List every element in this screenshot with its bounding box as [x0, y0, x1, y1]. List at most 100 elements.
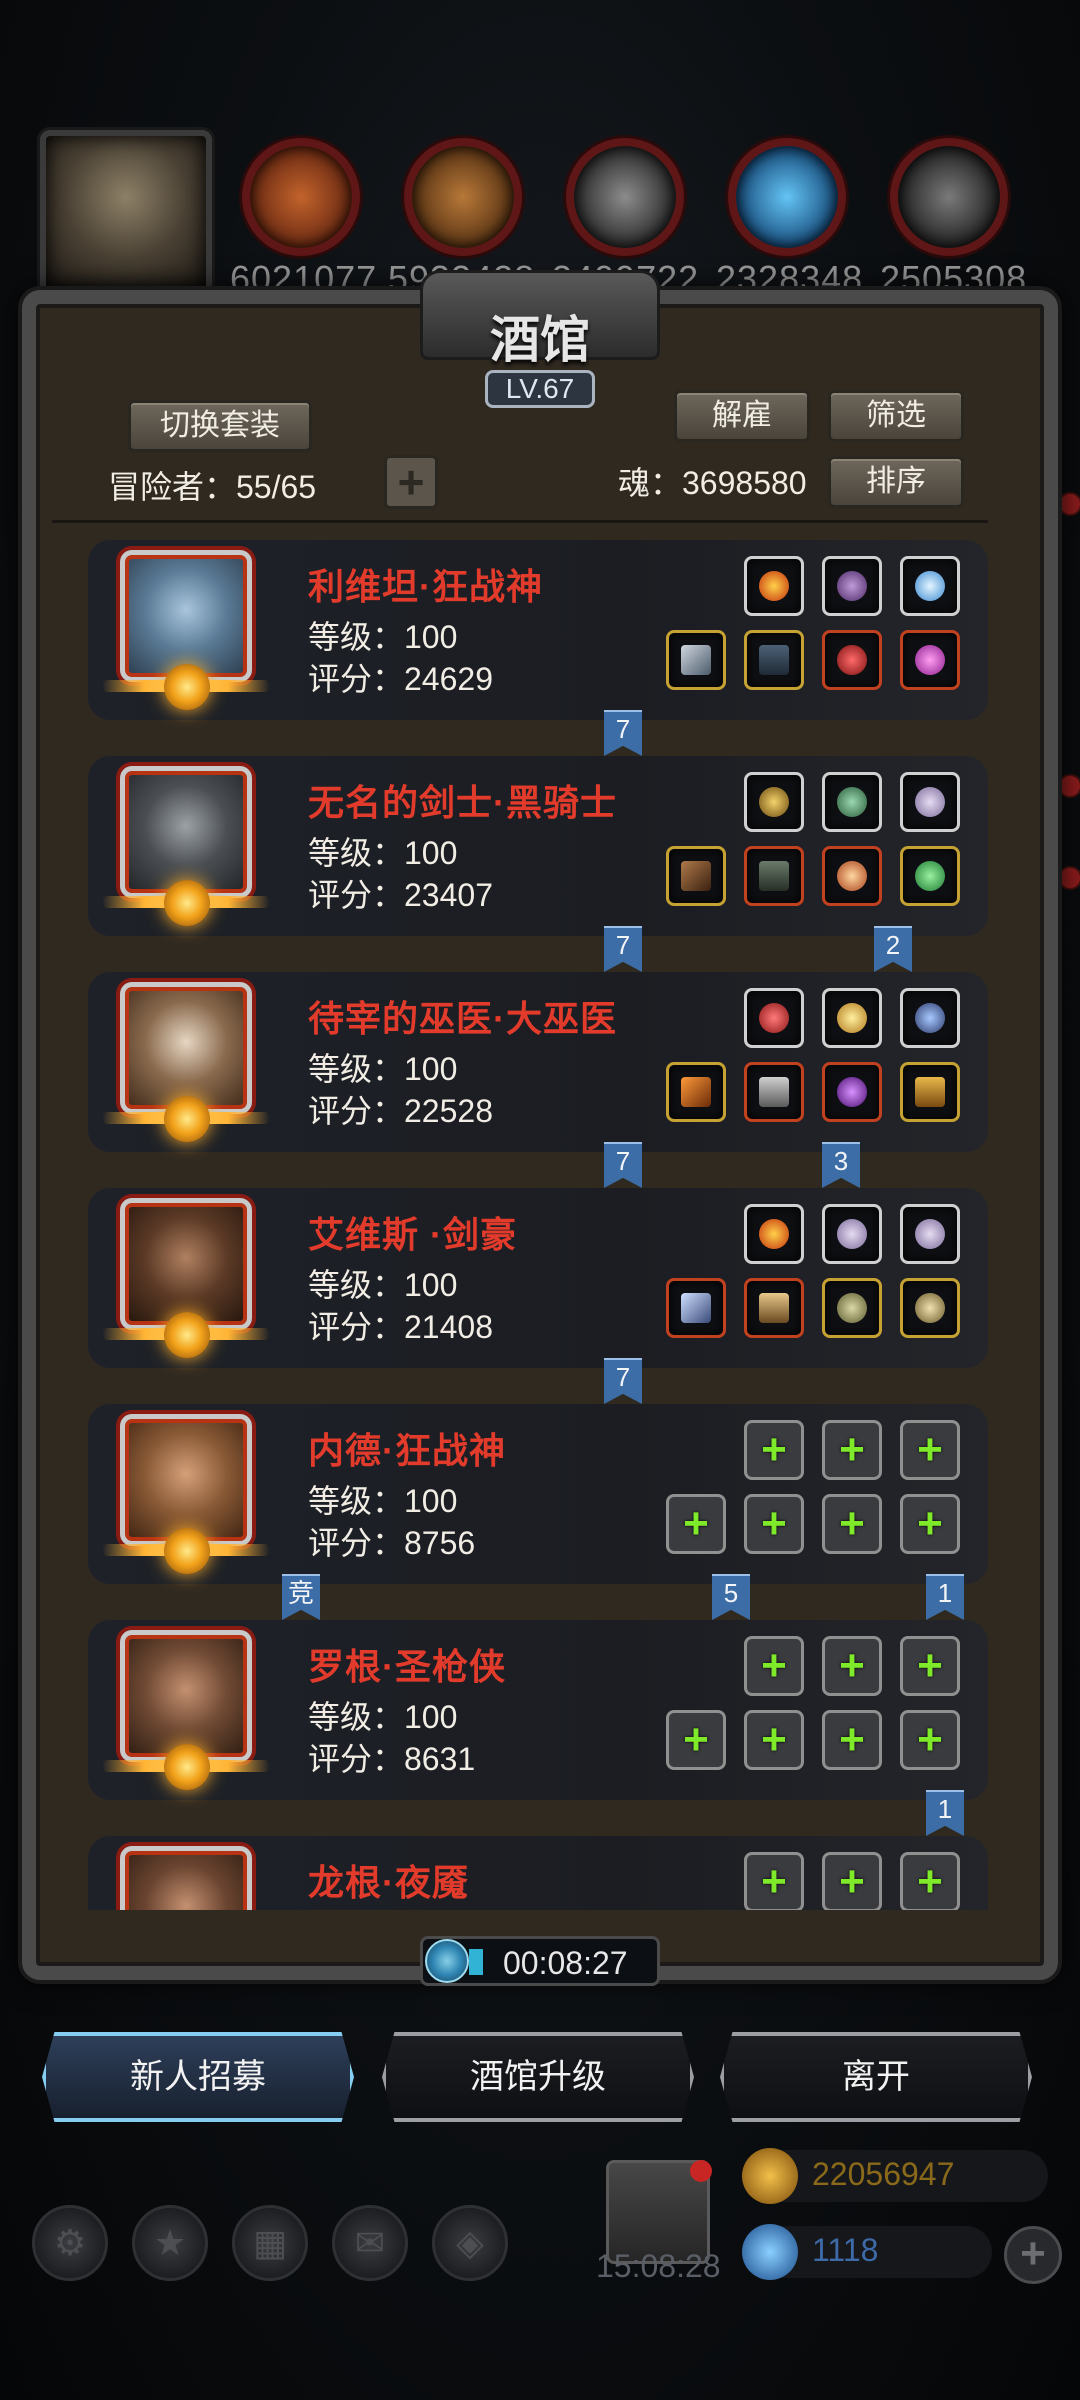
empty-slot-add-icon[interactable]: +: [822, 1420, 882, 1480]
set-count-tag: 7: [604, 926, 642, 972]
hero-card[interactable]: 内德·狂战神 等级：100 评分：8756 + + + + + + +: [88, 1404, 988, 1584]
ring-icon[interactable]: [822, 630, 882, 690]
armor-icon[interactable]: [744, 630, 804, 690]
empty-slot-add-icon[interactable]: +: [666, 1494, 726, 1554]
fire-orb-icon[interactable]: [744, 556, 804, 616]
emblem-icon[interactable]: [822, 1278, 882, 1338]
add-currency-button[interactable]: +: [1004, 2226, 1062, 2284]
emerald-ring-icon[interactable]: [900, 846, 960, 906]
empty-slot-add-icon[interactable]: +: [744, 1636, 804, 1696]
sort-button[interactable]: 排序: [828, 456, 964, 508]
rank-emblem-icon: [164, 1744, 210, 1790]
switch-outfit-button[interactable]: 切换套装: [128, 400, 312, 452]
add-adventurer-slot-button[interactable]: +: [384, 455, 438, 509]
empty-slot-add-icon[interactable]: +: [900, 1420, 960, 1480]
settings-icon[interactable]: ⚙: [32, 2205, 108, 2281]
hero-card[interactable]: 罗根·圣枪侠 等级：100 评分：8631 + + + + + + +: [88, 1620, 988, 1800]
hero-level: 等级：100: [308, 835, 458, 871]
hero-card[interactable]: 待宰的巫医·大巫医 等级：100 评分：22528: [88, 972, 988, 1152]
set-count-tag: 1: [926, 1790, 964, 1836]
crystal-shard-icon[interactable]: [900, 1204, 960, 1264]
spear-weapon-icon[interactable]: [666, 846, 726, 906]
set-count-tag: 3: [822, 1142, 860, 1188]
gem-icon: [742, 2224, 798, 2280]
set-count-tag: 7: [604, 1142, 642, 1188]
hero-score: 评分：21408: [308, 1309, 493, 1345]
hero-card[interactable]: 利维坦·狂战神 等级：100 评分：24629: [88, 540, 988, 720]
empty-slot-add-icon[interactable]: +: [822, 1852, 882, 1910]
tavern-level-badge: LV.67: [485, 370, 595, 408]
clock-icon: [425, 1939, 469, 1983]
set-count-tag: 7: [604, 710, 642, 756]
purple-pendant-icon[interactable]: [822, 1062, 882, 1122]
empty-slot-add-icon[interactable]: +: [900, 1494, 960, 1554]
golden-charm-icon[interactable]: [744, 772, 804, 832]
empty-slot-add-icon[interactable]: +: [822, 1636, 882, 1696]
hero-card[interactable]: 龙根·夜魇 + + +: [88, 1836, 988, 1910]
hero-card[interactable]: 艾维斯 ·剑豪 等级：100 评分：21408: [88, 1188, 988, 1368]
player-avatar[interactable]: [40, 130, 212, 295]
filter-button[interactable]: 筛选: [828, 390, 964, 442]
map-icon[interactable]: ▦: [232, 2205, 308, 2281]
lantern-icon[interactable]: [822, 988, 882, 1048]
hero-portrait: [120, 766, 252, 898]
shield-icon[interactable]: [900, 1062, 960, 1122]
dark-orb-icon[interactable]: [822, 556, 882, 616]
dark-armor-icon[interactable]: [744, 846, 804, 906]
empty-slot-add-icon[interactable]: +: [822, 1710, 882, 1770]
plate-armor-icon[interactable]: [744, 1278, 804, 1338]
empty-slot-add-icon[interactable]: +: [744, 1710, 804, 1770]
adventurer-count: 冒险者：55/65: [108, 469, 317, 505]
hero-level: 等级：100: [308, 1483, 458, 1519]
crystal-shard-icon[interactable]: [900, 772, 960, 832]
empty-slot-add-icon[interactable]: +: [744, 1852, 804, 1910]
hero-name: 艾维斯 ·剑豪: [308, 1214, 517, 1255]
empty-slot-add-icon[interactable]: +: [900, 1636, 960, 1696]
leave-button[interactable]: 离开: [720, 2032, 1032, 2122]
necklace-icon[interactable]: [900, 988, 960, 1048]
helmet-icon[interactable]: [900, 1278, 960, 1338]
empty-slot-add-icon[interactable]: +: [900, 1852, 960, 1910]
hero-portrait: [120, 982, 252, 1114]
hero-score: 评分：24629: [308, 661, 493, 697]
staff-weapon-icon[interactable]: [666, 1062, 726, 1122]
axe-weapon-icon[interactable]: [666, 630, 726, 690]
recruit-timer: 00:08:27: [420, 1936, 660, 1986]
side-notification-dot: [1058, 866, 1080, 890]
iron-resource-icon: [566, 138, 684, 256]
star-icon[interactable]: ★: [132, 2205, 208, 2281]
empty-slot-add-icon[interactable]: +: [666, 1710, 726, 1770]
tavern-upgrade-button[interactable]: 酒馆升级: [382, 2032, 694, 2122]
hero-portrait: [120, 1414, 252, 1546]
soul-count: 魂：3698580: [618, 465, 807, 501]
bag-icon[interactable]: ◈: [432, 2205, 508, 2281]
rank-emblem-icon: [164, 1096, 210, 1142]
hero-card[interactable]: 无名的剑士·黑骑士 等级：100 评分：23407: [88, 756, 988, 936]
hero-list[interactable]: 利维坦·狂战神 等级：100 评分：24629 7 无名的剑士·黑骑士 等级：1…: [52, 530, 988, 1910]
hero-portrait: [120, 1846, 252, 1910]
empty-slot-add-icon[interactable]: +: [822, 1494, 882, 1554]
green-gauntlet-icon[interactable]: [822, 772, 882, 832]
sword-weapon-icon[interactable]: [666, 1278, 726, 1338]
amulet-icon[interactable]: [900, 630, 960, 690]
crystal-shard-icon[interactable]: [822, 1204, 882, 1264]
ice-crystal-icon[interactable]: [900, 556, 960, 616]
divider: [52, 520, 988, 523]
gold-amount: 22056947: [812, 2156, 955, 2192]
ruby-cluster-icon[interactable]: [744, 988, 804, 1048]
empty-slot-add-icon[interactable]: +: [900, 1710, 960, 1770]
mail-icon[interactable]: ✉: [332, 2205, 408, 2281]
rank-emblem-icon: [164, 664, 210, 710]
set-count-tag: 5: [712, 1574, 750, 1620]
robe-icon[interactable]: [744, 1062, 804, 1122]
medal-icon[interactable]: [822, 846, 882, 906]
empty-slot-add-icon[interactable]: +: [744, 1420, 804, 1480]
fire-orb-icon[interactable]: [744, 1204, 804, 1264]
gold-counter: 22056947: [742, 2148, 1048, 2204]
dismiss-button[interactable]: 解雇: [674, 390, 810, 442]
recruit-button[interactable]: 新人招募: [42, 2032, 354, 2122]
hero-name: 罗根·圣枪侠: [308, 1646, 506, 1687]
hero-portrait: [120, 550, 252, 682]
empty-slot-add-icon[interactable]: +: [744, 1494, 804, 1554]
ore-resource-icon: [242, 138, 360, 256]
